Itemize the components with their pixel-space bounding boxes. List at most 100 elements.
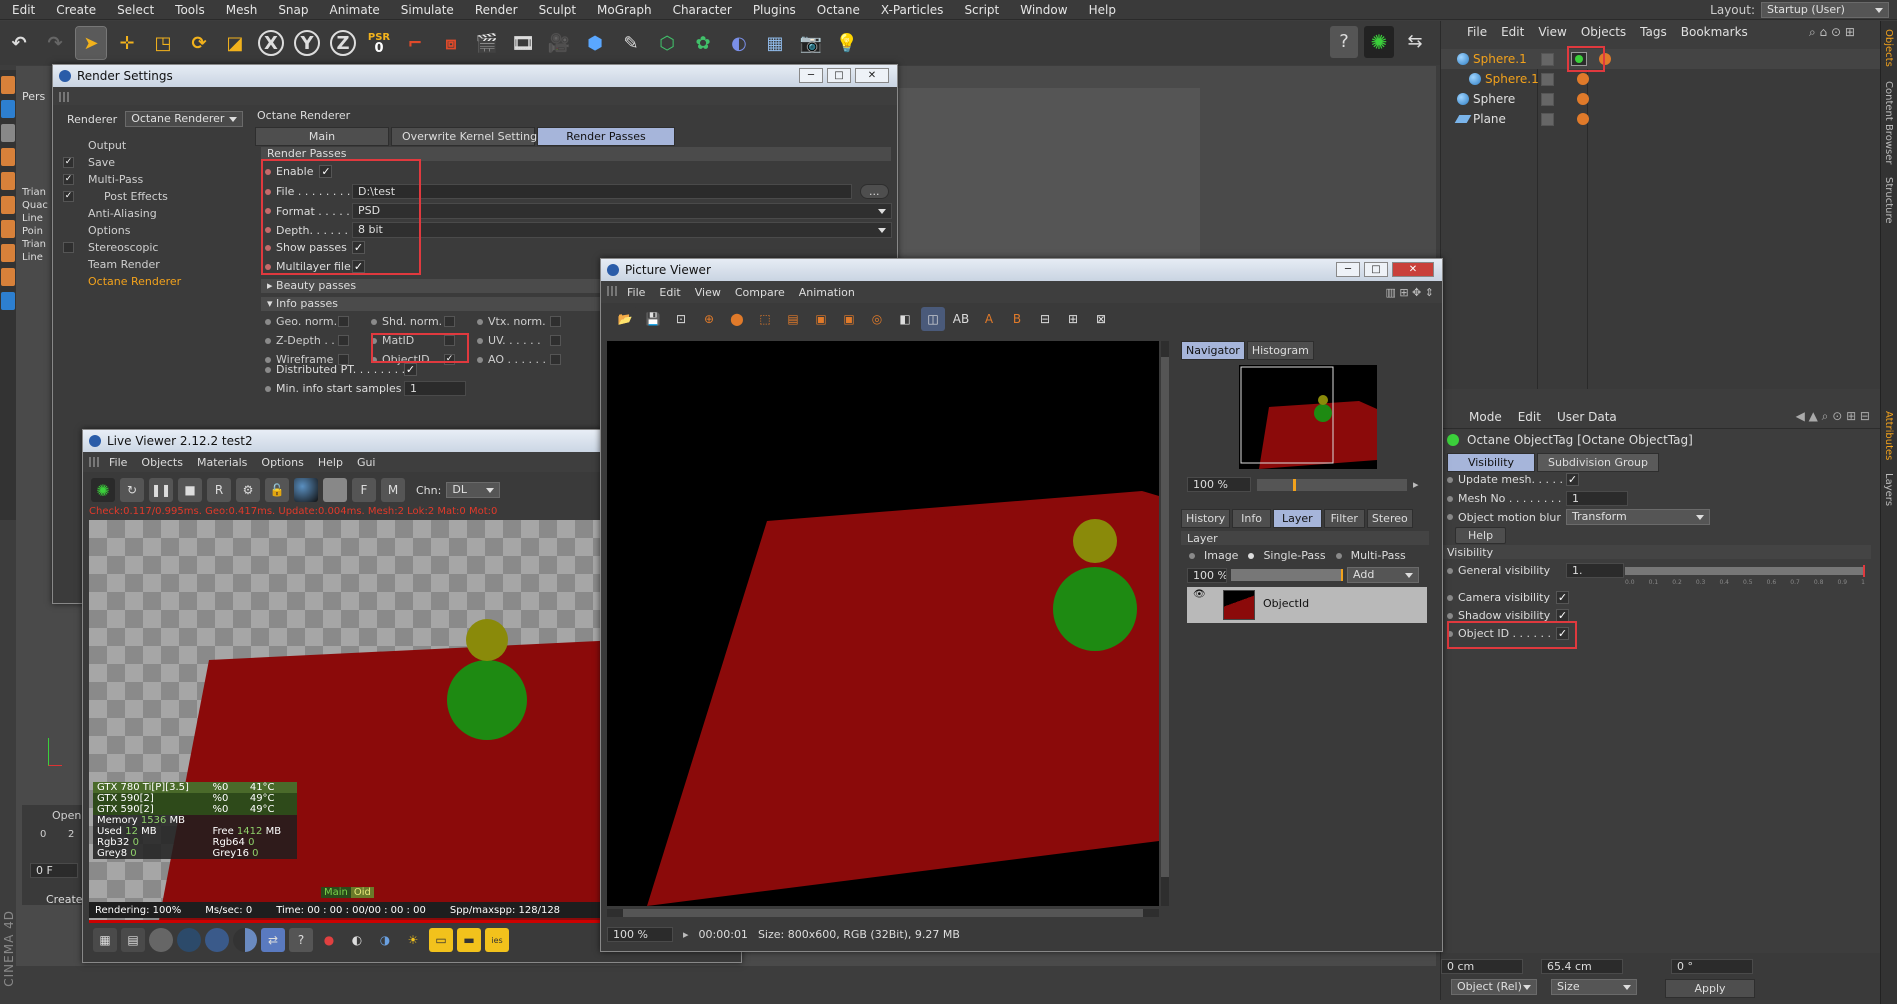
tab-filter[interactable]: Filter	[1323, 509, 1365, 528]
side-tab-attributes[interactable]: Attributes	[1883, 411, 1894, 460]
set-a-icon[interactable]: A	[977, 307, 1001, 331]
object-name[interactable]: Sphere	[1473, 92, 1515, 106]
y-axis-lock[interactable]: Y	[292, 27, 322, 59]
checker-mode-icon[interactable]	[1, 124, 15, 142]
menu-tools[interactable]: Tools	[163, 3, 214, 17]
render-settings-tree-item[interactable]: ✓ Post Effects	[53, 188, 243, 205]
info-pass-checkbox[interactable]	[444, 316, 455, 327]
object-name[interactable]: Plane	[1473, 112, 1506, 126]
compare-split-icon[interactable]: ◫	[921, 307, 945, 331]
object-row-sphere[interactable]: Sphere	[1441, 89, 1881, 109]
ball-blue-icon[interactable]	[205, 928, 229, 952]
minimize-button[interactable]: ─	[1336, 262, 1360, 277]
format-dropdown[interactable]: PSD	[352, 203, 892, 219]
texture-mode-icon[interactable]	[1, 100, 15, 118]
pv-grid-icon[interactable]: ⊟	[1033, 307, 1057, 331]
side-tab-structure[interactable]: Structure	[1883, 177, 1894, 224]
render-settings-tree-item[interactable]: ✓ Save	[53, 154, 243, 171]
min-samples-field[interactable]: 1	[404, 381, 466, 396]
fit-icon[interactable]: ⊡	[669, 307, 693, 331]
tab-subdivision-group[interactable]: Subdivision Group	[1537, 453, 1660, 472]
rotate-icon[interactable]: ⟳	[184, 27, 214, 59]
polygons-mode-icon[interactable]	[1, 196, 15, 214]
mode-multi-pass[interactable]: Multi-Pass	[1351, 549, 1406, 562]
lv-menu-objects[interactable]: Objects	[141, 456, 183, 469]
ab-icon[interactable]: AB	[949, 307, 973, 331]
attr-menu-edit[interactable]: Edit	[1518, 410, 1541, 424]
spline-pen-icon[interactable]: ✎	[616, 27, 646, 59]
sun-icon[interactable]: ☀	[401, 928, 425, 952]
lock-icon[interactable]: 🔓	[265, 478, 289, 502]
compare-ab-icon[interactable]: ◧	[893, 307, 917, 331]
zoom-play-icon[interactable]: ▸	[1413, 478, 1419, 491]
cube-icon[interactable]: ⬢	[580, 27, 610, 59]
tab-visibility[interactable]: Visibility	[1447, 453, 1535, 472]
octane-send-icon[interactable]: ✺	[91, 478, 115, 502]
render-settings-tree-item[interactable]: Anti-Aliasing	[53, 205, 243, 222]
stack-icon[interactable]: ▤	[781, 307, 805, 331]
contrast-icon[interactable]: ◐	[345, 928, 369, 952]
render-picture-viewer-icon[interactable]: 🎞	[508, 27, 538, 59]
edges-mode-icon[interactable]	[1, 172, 15, 190]
tree-item-label[interactable]: Team Render	[88, 258, 160, 271]
pv-layout-icons[interactable]: ▥ ⊞ ✥ ⇕	[1385, 286, 1434, 299]
side-tab-content-browser[interactable]: Content Browser	[1883, 81, 1894, 164]
main-pass-tag[interactable]: Main	[321, 887, 351, 898]
objects-menu-file[interactable]: File	[1467, 25, 1487, 39]
render-settings-tree-item[interactable]: ✓ Multi-Pass	[53, 171, 243, 188]
layout-icon[interactable]: ▤	[121, 928, 145, 952]
objects-menu-tags[interactable]: Tags	[1640, 25, 1667, 39]
picture-canvas[interactable]	[607, 341, 1159, 906]
objects-menu-objects[interactable]: Objects	[1581, 25, 1626, 39]
x-axis-lock[interactable]: X	[256, 27, 286, 59]
deformer-icon[interactable]: ◐	[724, 27, 754, 59]
object-name[interactable]: Sphere.1	[1485, 72, 1539, 86]
tweak-mode-icon[interactable]	[1, 244, 15, 262]
maximize-button[interactable]: □	[827, 68, 851, 83]
menu-render[interactable]: Render	[463, 3, 527, 17]
layer-item[interactable]: 👁 ObjectId	[1187, 587, 1427, 623]
object-row-plane[interactable]: Plane	[1441, 109, 1881, 129]
pv-grid2-icon[interactable]: ⊞	[1061, 307, 1085, 331]
tab-render-passes[interactable]: Render Passes	[537, 127, 675, 146]
film-icon[interactable]: ▭	[429, 928, 453, 952]
object-coord-icon[interactable]: ⧈	[436, 27, 466, 59]
menu-x-particles[interactable]: X-Particles	[869, 3, 953, 17]
mesh-no-field[interactable]: 1	[1566, 491, 1628, 506]
material-tag-icon[interactable]	[1577, 93, 1589, 105]
help-icon[interactable]: ?	[289, 928, 313, 952]
undo-icon[interactable]: ↶	[4, 27, 34, 59]
slider-knob[interactable]	[1863, 565, 1865, 577]
scale-icon[interactable]: ◳	[148, 27, 178, 59]
navigator-zoom-field[interactable]: 100 %	[1187, 477, 1251, 492]
snapshot-icon[interactable]: ◎	[865, 307, 889, 331]
tab-layer[interactable]: Layer	[1272, 509, 1322, 528]
tree-item-label[interactable]: Multi-Pass	[88, 173, 143, 186]
pause-icon[interactable]: ❚❚	[149, 478, 173, 502]
menu-animate[interactable]: Animate	[318, 3, 389, 17]
subdivision-icon[interactable]: ⬡	[652, 27, 682, 59]
navigator-zoom-slider[interactable]	[1257, 478, 1407, 491]
camera-red-icon[interactable]: ●	[317, 928, 341, 952]
render-settings-tree-item[interactable]: Team Render	[53, 256, 243, 273]
pv-menu-animation[interactable]: Animation	[799, 286, 855, 299]
render-settings-tree-item[interactable]: Stereoscopic	[53, 239, 243, 256]
tab-history[interactable]: History	[1181, 509, 1231, 528]
objects-menu-edit[interactable]: Edit	[1501, 25, 1524, 39]
motion-blur-dropdown[interactable]: Transform	[1566, 509, 1710, 525]
menu-select[interactable]: Select	[105, 3, 163, 17]
model-mode-icon[interactable]	[1, 76, 15, 94]
eye-icon[interactable]: 👁	[1193, 589, 1206, 600]
object-name[interactable]: Sphere.1	[1473, 52, 1527, 66]
side-tab-objects[interactable]: Objects	[1883, 29, 1894, 67]
object-row-sphere1-child[interactable]: Sphere.1	[1441, 69, 1881, 89]
channel-dropdown[interactable]: DL	[446, 482, 501, 498]
visibility-icon[interactable]	[1541, 52, 1554, 66]
region-icon[interactable]: ⊕	[697, 307, 721, 331]
maximize-button[interactable]: □	[1364, 262, 1388, 277]
help-button[interactable]: Help	[1455, 527, 1507, 544]
render-settings-tree-item[interactable]: Options	[53, 222, 243, 239]
update-mesh-checkbox[interactable]: ✓	[1566, 473, 1579, 486]
tree-item-label[interactable]: Options	[88, 224, 130, 237]
apply-button[interactable]: Apply	[1665, 979, 1755, 998]
